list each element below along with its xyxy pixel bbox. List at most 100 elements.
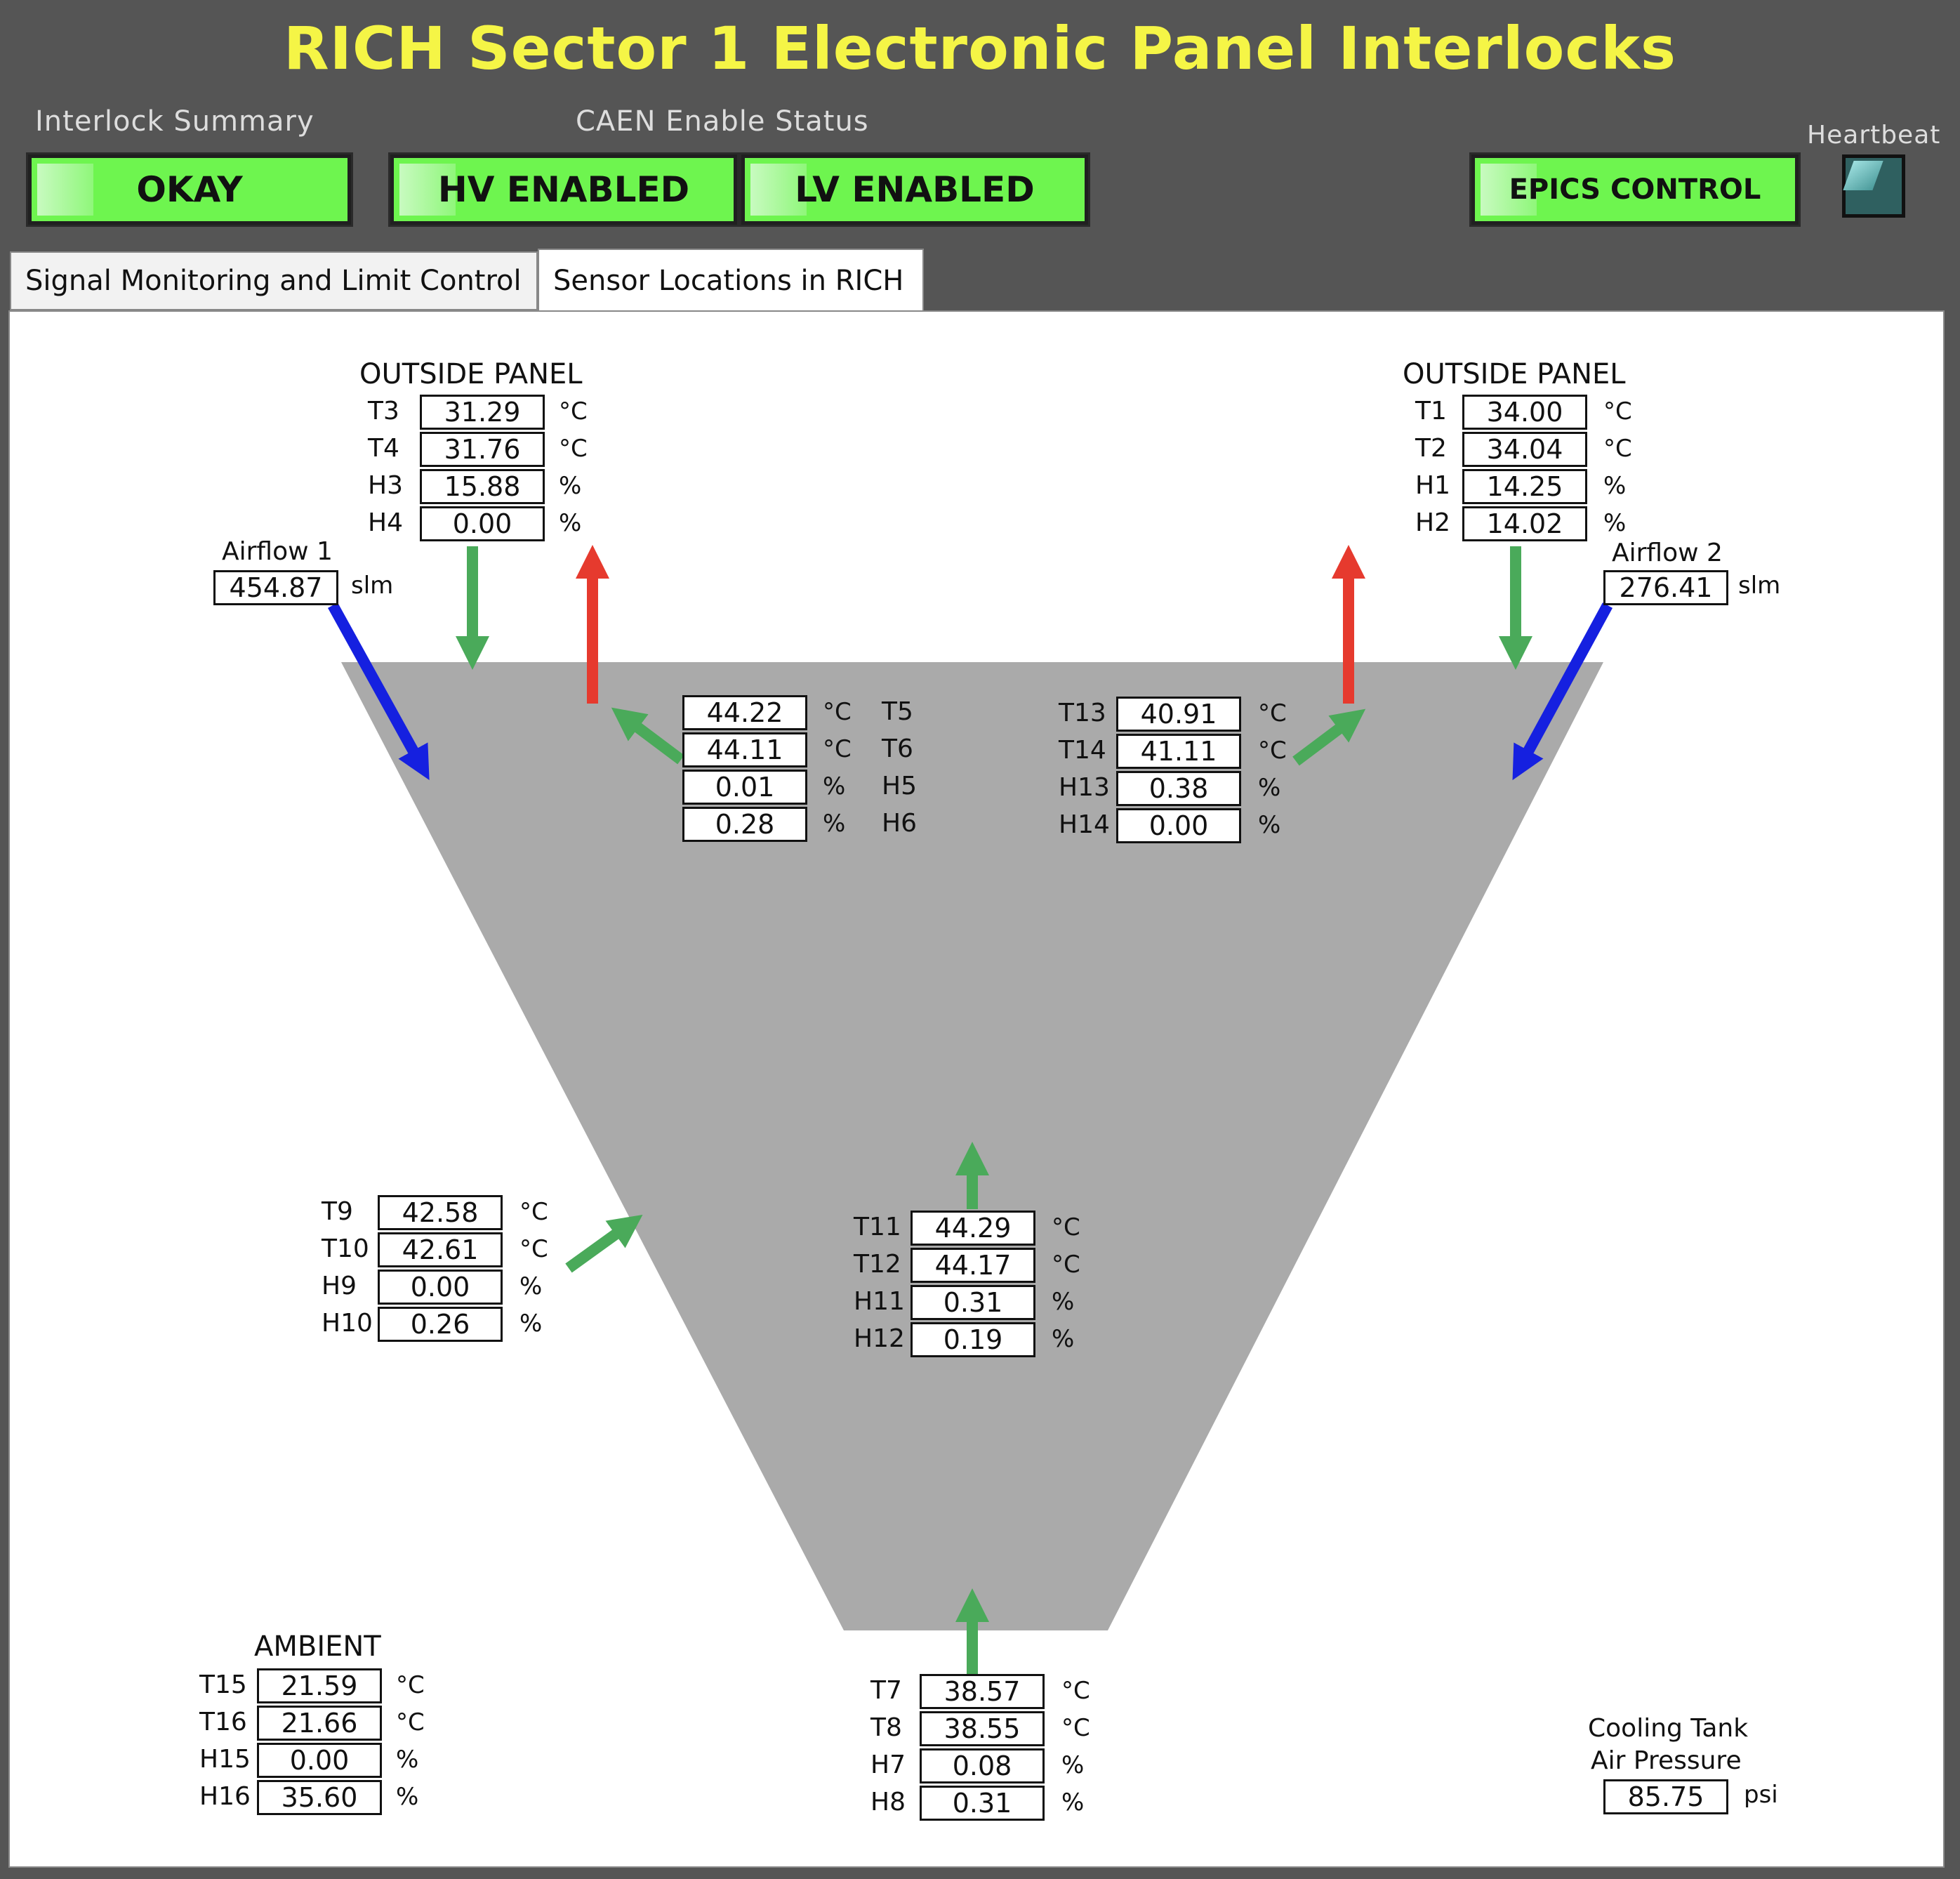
sensor-unit-h12: %	[1052, 1325, 1075, 1353]
sensor-unit-t1: °C	[1603, 397, 1632, 426]
sensor-value-h5: 0.01	[682, 770, 807, 805]
rich-sector-funnel	[341, 662, 1603, 1630]
sensor-name-h14: H14	[1059, 810, 1110, 839]
sensor-value-t5: 44.22	[682, 695, 807, 730]
airflow-1-label: Airflow 1	[222, 537, 333, 566]
sensor-unit-t5: °C	[823, 698, 852, 726]
sensor-value-h6: 0.28	[682, 807, 807, 842]
sensor-value-t12: 44.17	[911, 1248, 1035, 1283]
sensor-unit-t8: °C	[1061, 1714, 1090, 1742]
air-pressure-label: Air Pressure	[1591, 1746, 1742, 1775]
cooling-tank-label: Cooling Tank	[1588, 1714, 1749, 1743]
sensor-value-t1: 34.00	[1462, 395, 1587, 430]
sensor-name-t6: T6	[882, 734, 913, 763]
sensor-unit-t14: °C	[1258, 737, 1287, 765]
rich-diagram	[327, 545, 1613, 1674]
sensor-unit-h10: %	[519, 1310, 543, 1338]
sensor-unit-t2: °C	[1603, 435, 1632, 463]
sensor-unit-h6: %	[823, 810, 846, 838]
sensor-name-t9: T9	[322, 1197, 353, 1226]
sensor-value-h14: 0.00	[1116, 808, 1241, 843]
sensor-name-t7: T7	[870, 1676, 902, 1705]
sensor-name-h3: H3	[368, 471, 403, 500]
sensor-value-h7: 0.08	[920, 1748, 1045, 1784]
sensor-unit-t7: °C	[1061, 1677, 1090, 1705]
sensor-name-h13: H13	[1059, 773, 1110, 802]
sensor-value-h11: 0.31	[911, 1285, 1035, 1320]
cooling-pressure-value: 85.75	[1603, 1779, 1728, 1814]
sensor-unit-h4: %	[559, 509, 582, 537]
sensor-value-t6: 44.11	[682, 732, 807, 767]
sensor-unit-h3: %	[559, 472, 582, 500]
sensor-unit-h14: %	[1258, 811, 1281, 839]
sensor-name-h7: H7	[870, 1751, 906, 1779]
sensor-name-h6: H6	[882, 809, 917, 838]
sensor-name-h4: H4	[368, 508, 403, 537]
sensor-value-t15: 21.59	[257, 1668, 382, 1703]
airflow-2-label: Airflow 2	[1612, 539, 1723, 567]
sensor-name-t2: T2	[1415, 434, 1447, 463]
airflow-1-unit: slm	[351, 572, 394, 600]
outside-panel-left-title: OUTSIDE PANEL	[359, 358, 583, 390]
sensor-name-t12: T12	[854, 1250, 901, 1279]
sensor-unit-h9: %	[519, 1272, 543, 1300]
sensor-value-t9: 42.58	[378, 1195, 503, 1230]
sensor-name-t11: T11	[854, 1213, 901, 1241]
sensor-unit-h11: %	[1052, 1288, 1075, 1316]
sensor-value-t2: 34.04	[1462, 432, 1587, 467]
sensor-unit-t16: °C	[396, 1708, 425, 1736]
sensor-name-h15: H15	[199, 1745, 251, 1774]
sensor-value-t11: 44.29	[911, 1211, 1035, 1246]
sensor-value-h9: 0.00	[378, 1270, 503, 1305]
sensor-unit-h15: %	[396, 1746, 419, 1774]
sensor-value-h8: 0.31	[920, 1786, 1045, 1821]
sensor-value-h2: 14.02	[1462, 506, 1587, 541]
ambient-title: AMBIENT	[254, 1630, 381, 1663]
sensor-name-h8: H8	[870, 1788, 906, 1817]
sensor-name-h12: H12	[854, 1324, 905, 1353]
sensor-unit-h16: %	[396, 1783, 419, 1811]
sensor-value-t14: 41.11	[1116, 734, 1241, 769]
sensor-value-t10: 42.61	[378, 1232, 503, 1267]
sensor-name-t4: T4	[368, 434, 399, 463]
sensor-unit-t9: °C	[519, 1198, 548, 1226]
sensor-name-t10: T10	[322, 1234, 369, 1263]
sensor-value-t3: 31.29	[420, 395, 545, 430]
sensor-name-h1: H1	[1415, 471, 1450, 500]
sensor-name-h11: H11	[854, 1287, 905, 1316]
sensor-name-t13: T13	[1059, 699, 1106, 727]
sensor-name-h5: H5	[882, 772, 917, 800]
sensor-unit-h1: %	[1603, 472, 1627, 500]
sensor-name-h2: H2	[1415, 508, 1450, 537]
sensor-unit-h8: %	[1061, 1788, 1085, 1817]
sensor-value-t4: 31.76	[420, 432, 545, 467]
outside-panel-right-title: OUTSIDE PANEL	[1403, 358, 1626, 390]
sensor-value-t16: 21.66	[257, 1706, 382, 1741]
sensor-unit-t13: °C	[1258, 699, 1287, 727]
sensor-name-t15: T15	[199, 1670, 247, 1699]
sensor-name-t14: T14	[1059, 736, 1106, 765]
cooling-pressure-unit: psi	[1744, 1781, 1778, 1809]
sensor-value-h3: 15.88	[420, 469, 545, 504]
sensor-unit-t3: °C	[559, 397, 588, 426]
sensor-name-t16: T16	[199, 1708, 247, 1736]
green-arrow-t9-group	[565, 1214, 643, 1273]
sensor-value-t7: 38.57	[920, 1674, 1045, 1709]
sensor-unit-t6: °C	[823, 735, 852, 763]
airflow-2-unit: slm	[1738, 572, 1781, 600]
sensor-unit-h5: %	[823, 772, 846, 800]
sensor-name-t5: T5	[882, 697, 913, 726]
sensor-name-h16: H16	[199, 1782, 251, 1811]
sensor-unit-h13: %	[1258, 774, 1281, 802]
sensor-value-h12: 0.19	[911, 1322, 1035, 1357]
sensor-name-t8: T8	[870, 1713, 902, 1742]
airflow-2-value: 276.41	[1603, 570, 1728, 605]
sensor-value-t13: 40.91	[1116, 697, 1241, 732]
sensor-unit-h2: %	[1603, 509, 1627, 537]
sensor-value-h1: 14.25	[1462, 469, 1587, 504]
sensor-value-h10: 0.26	[378, 1307, 503, 1342]
sensor-unit-h7: %	[1061, 1751, 1085, 1779]
sensor-unit-t10: °C	[519, 1235, 548, 1263]
sensor-name-h9: H9	[322, 1272, 357, 1300]
sensor-unit-t4: °C	[559, 435, 588, 463]
